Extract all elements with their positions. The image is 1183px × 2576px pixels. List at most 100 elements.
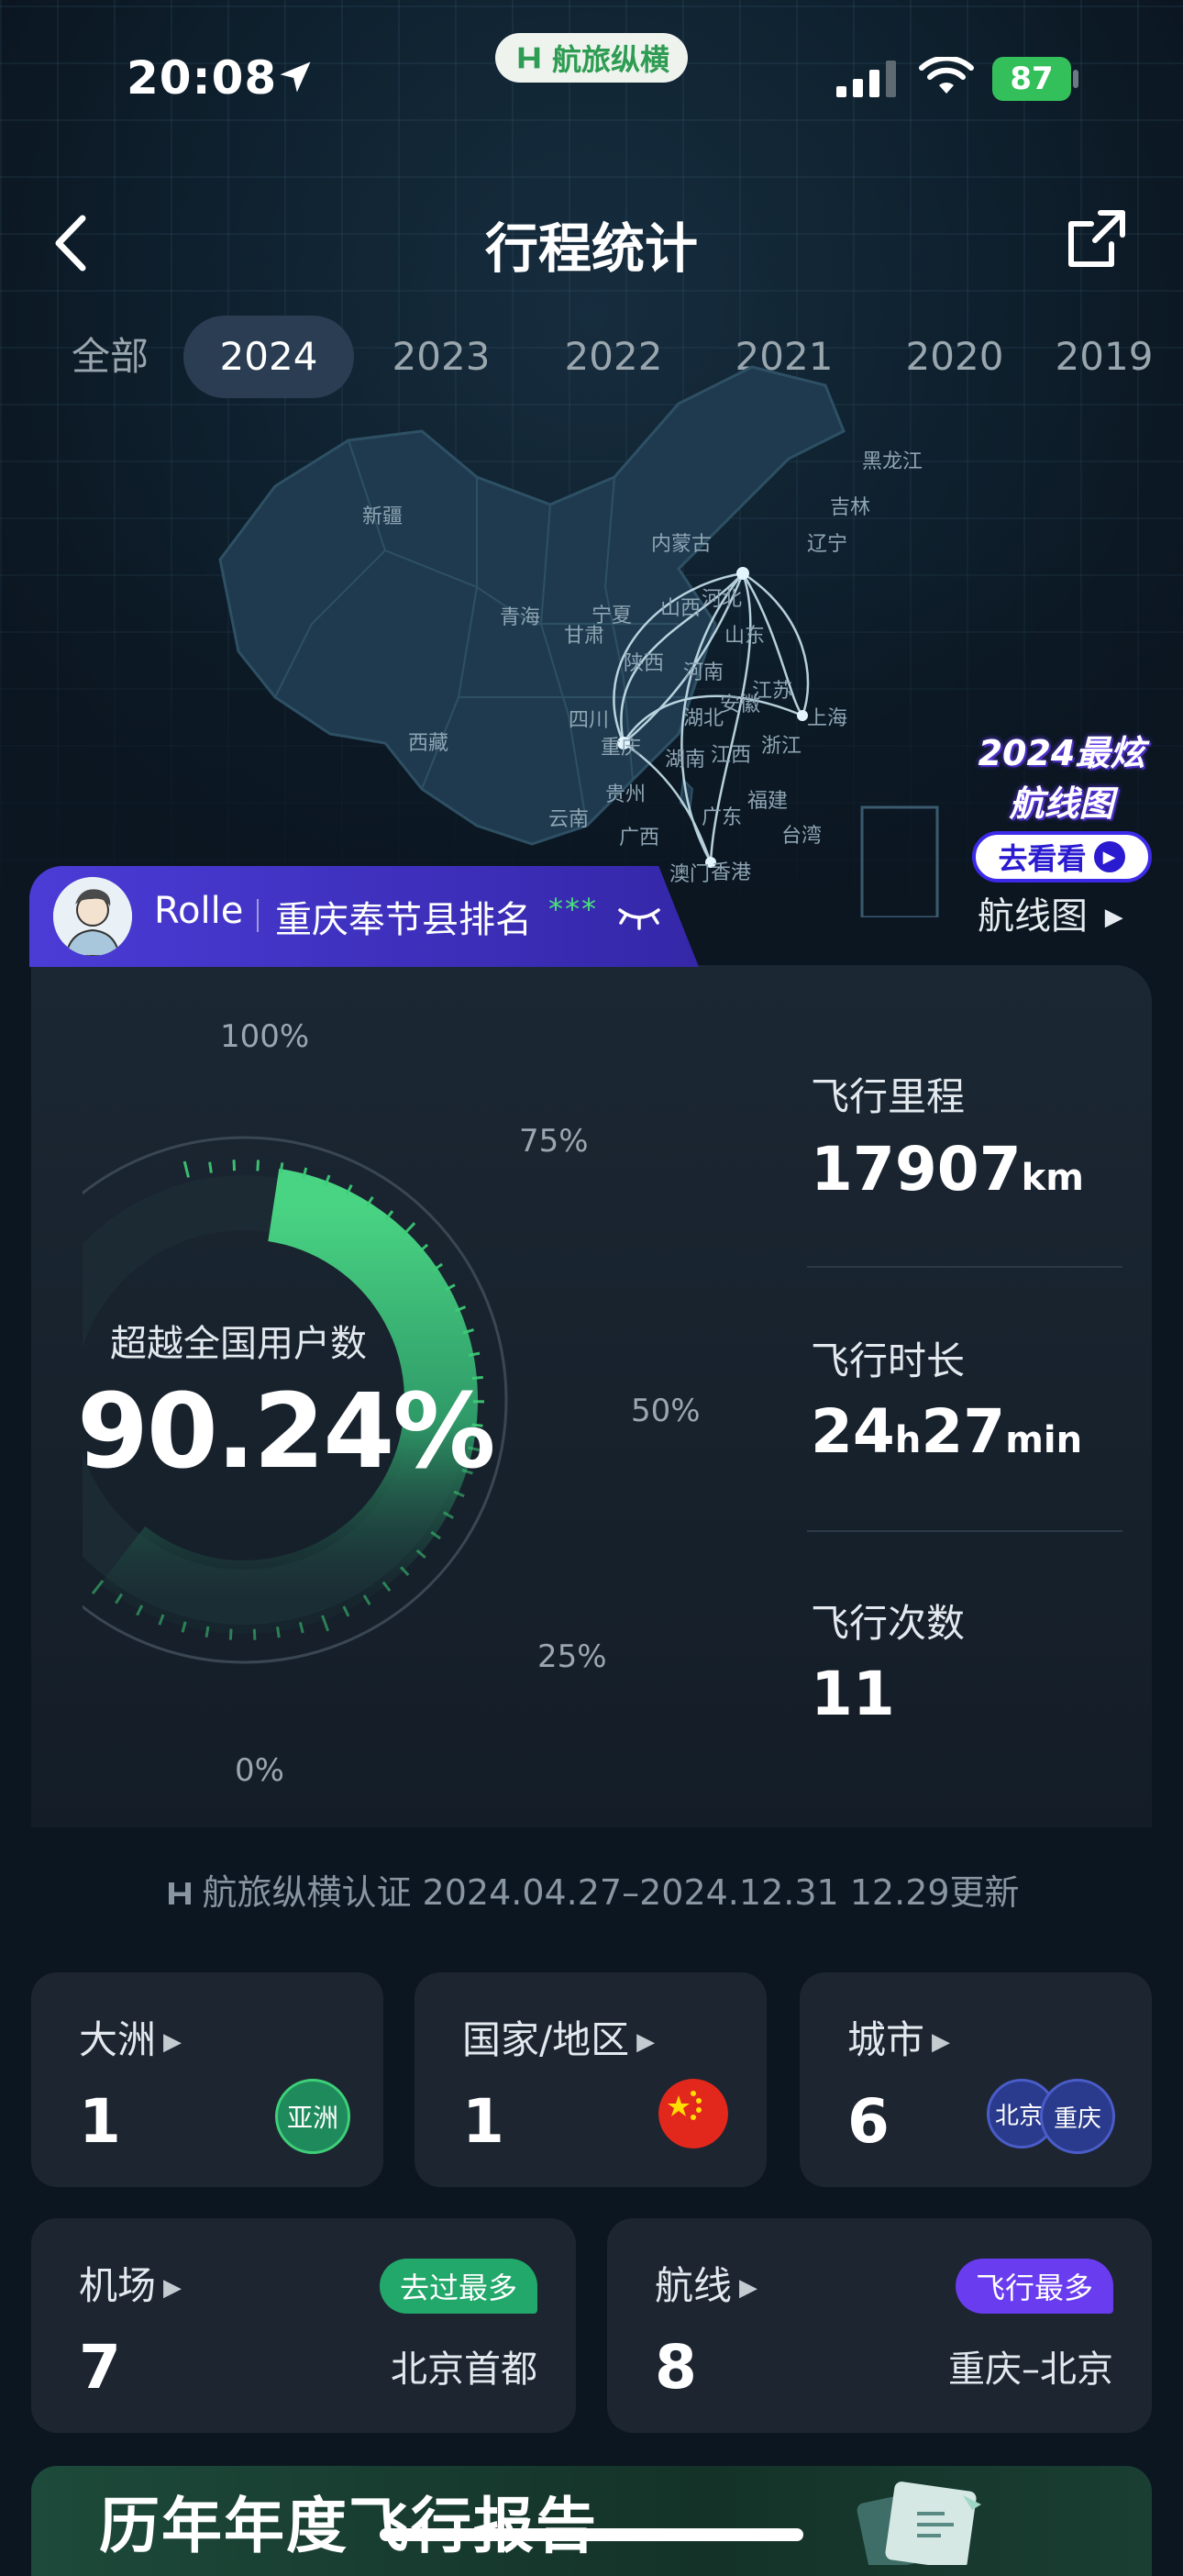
label-xinjiang: 新疆 bbox=[362, 505, 403, 528]
duration-hours: 24 bbox=[811, 1396, 895, 1467]
label-guangxi: 广西 bbox=[619, 827, 659, 849]
city-title: 城市 ▶ bbox=[847, 2009, 950, 2065]
route-detail: 重庆–北京 bbox=[948, 2339, 1113, 2393]
gauge-tick bbox=[404, 1223, 415, 1235]
brand-pill[interactable]: 航旅纵横 bbox=[495, 33, 688, 83]
south-sea-inset bbox=[862, 807, 937, 917]
duration-m-unit: min bbox=[1005, 1419, 1082, 1461]
route-title-text: 航线 bbox=[655, 2263, 732, 2308]
user-name: Rolle bbox=[154, 890, 243, 932]
battery-indicator: 87 bbox=[992, 57, 1071, 101]
label-jiangxi: 江西 bbox=[711, 744, 751, 767]
label-xizang: 西藏 bbox=[408, 732, 448, 755]
cellular-signal-icon bbox=[836, 61, 901, 97]
label-fujian: 福建 bbox=[747, 790, 788, 813]
eye-closed-icon[interactable] bbox=[616, 903, 662, 930]
play-icon: ▶ bbox=[1094, 841, 1125, 872]
chevron-right-icon: ▶ bbox=[932, 2028, 950, 2056]
metric-divider bbox=[807, 1266, 1122, 1268]
promo-go-button[interactable]: 去看看 ▶ bbox=[972, 831, 1152, 883]
tick-label-100: 100% bbox=[220, 1018, 309, 1055]
continent-title: 大洲▶ bbox=[79, 2009, 182, 2065]
label-liaoning: 辽宁 bbox=[807, 533, 847, 556]
route-tag: 飞行最多 bbox=[956, 2259, 1113, 2314]
label-shanghai: 上海 bbox=[807, 707, 847, 730]
label-hebei: 河北 bbox=[702, 588, 742, 611]
airport-card[interactable]: 机场▶ 7 去过最多 北京首都 bbox=[31, 2218, 576, 2433]
label-ningxia: 宁夏 bbox=[592, 605, 632, 627]
beat-label: 超越全国用户数 bbox=[110, 1314, 367, 1367]
route-title: 航线▶ bbox=[655, 2255, 757, 2311]
promo-line1: 2024最炫 bbox=[967, 725, 1155, 775]
route-map-link-label: 航线图 bbox=[978, 895, 1088, 938]
certification-label: 航旅纵横认证 2024.04.27–2024.12.31 12.29更新 bbox=[202, 1872, 1019, 1913]
battery-tip bbox=[1073, 70, 1078, 88]
label-shaanxi: 陕西 bbox=[624, 652, 664, 675]
airport-value: 7 bbox=[79, 2332, 121, 2403]
route-map-link[interactable]: 航线图 ▶ bbox=[978, 886, 1123, 939]
tab-2019[interactable]: 2019 bbox=[1040, 316, 1168, 398]
gauge-tick bbox=[184, 1161, 188, 1177]
chevron-right-icon: ▶ bbox=[163, 2028, 182, 2056]
duration-value: 24h27min bbox=[811, 1396, 1082, 1467]
route-card[interactable]: 航线▶ 8 飞行最多 重庆–北京 bbox=[607, 2218, 1152, 2433]
country-card[interactable]: 国家/地区▶ 1 bbox=[415, 1972, 767, 2187]
distance-number: 17907 bbox=[811, 1134, 1022, 1205]
gauge-tick bbox=[93, 1581, 103, 1593]
country-value: 1 bbox=[462, 2086, 504, 2157]
share-icon[interactable] bbox=[1064, 207, 1128, 272]
label-shanxi: 山西 bbox=[660, 597, 701, 620]
duration-label: 飞行时长 bbox=[811, 1330, 965, 1386]
label-guangdong: 广东 bbox=[702, 806, 742, 829]
label-sichuan: 四川 bbox=[569, 709, 609, 732]
avatar[interactable] bbox=[53, 877, 132, 956]
gauge-tick bbox=[254, 1629, 255, 1640]
gauge-tick bbox=[258, 1160, 259, 1171]
continent-title-text: 大洲 bbox=[79, 2017, 156, 2062]
tick-label-50: 50% bbox=[631, 1393, 701, 1429]
continent-badge: 亚洲 bbox=[275, 2079, 350, 2154]
label-hongkong: 香港 bbox=[711, 861, 751, 884]
airport-detail: 北京首都 bbox=[391, 2339, 537, 2393]
promo-cta: 去看看 bbox=[998, 836, 1086, 878]
label-henan: 河南 bbox=[683, 661, 724, 684]
china-route-map[interactable]: 黑龙江 吉林 辽宁 内蒙古 新疆 青海 甘肃 宁夏 山西 河北 山东 陕西 河南… bbox=[202, 349, 990, 917]
rank-masked-value: *** bbox=[548, 892, 598, 927]
airport-tag: 去过最多 bbox=[380, 2259, 537, 2314]
count-value: 11 bbox=[811, 1659, 895, 1729]
china-flag-icon bbox=[658, 2079, 728, 2149]
user-rank-tab[interactable]: Rolle 重庆奉节县排名 *** bbox=[29, 866, 699, 967]
tab-all[interactable]: 全部 bbox=[37, 316, 183, 398]
continent-value: 1 bbox=[79, 2086, 121, 2157]
label-hunan: 湖南 bbox=[665, 749, 705, 772]
city-badge-chongqing: 重庆 bbox=[1040, 2079, 1115, 2154]
wifi-icon bbox=[919, 57, 974, 97]
city-title-text: 城市 bbox=[847, 2017, 924, 2062]
home-indicator[interactable] bbox=[380, 2528, 803, 2541]
status-bar: 20:08 航旅纵横 87 bbox=[0, 0, 1183, 138]
certification-text: 航旅纵横认证 2024.04.27–2024.12.31 12.29更新 bbox=[0, 1864, 1183, 1915]
label-shandong: 山东 bbox=[724, 625, 765, 648]
brand-logo-icon bbox=[514, 42, 545, 73]
gauge-tick bbox=[206, 1627, 208, 1638]
chevron-right-icon: ▶ bbox=[739, 2274, 757, 2302]
city-card[interactable]: 城市▶ 6 北京 重庆 bbox=[800, 1972, 1152, 2187]
route-map-promo[interactable]: 2024最炫 航线图 去看看 ▶ bbox=[967, 725, 1155, 872]
brand-mark-icon bbox=[163, 1877, 196, 1910]
city-value: 6 bbox=[847, 2086, 890, 2157]
count-label: 飞行次数 bbox=[811, 1593, 965, 1649]
airport-title-text: 机场 bbox=[79, 2263, 156, 2308]
distance-label: 飞行里程 bbox=[811, 1066, 965, 1122]
airport-title: 机场▶ bbox=[79, 2255, 182, 2311]
beat-value: 90.24% bbox=[77, 1372, 493, 1492]
user-separator bbox=[257, 899, 259, 932]
label-heilongjiang: 黑龙江 bbox=[862, 450, 923, 473]
promo-line2: 航线图 bbox=[967, 775, 1155, 826]
chevron-right-icon: ▶ bbox=[636, 2028, 655, 2056]
label-guizhou: 贵州 bbox=[605, 783, 646, 806]
distance-unit: km bbox=[1022, 1157, 1084, 1199]
battery-level: 87 bbox=[1010, 61, 1053, 97]
label-hubei: 湖北 bbox=[683, 707, 724, 730]
continent-card[interactable]: 大洲▶ 1 亚洲 bbox=[31, 1972, 383, 2187]
label-macau: 澳门 bbox=[669, 863, 710, 886]
